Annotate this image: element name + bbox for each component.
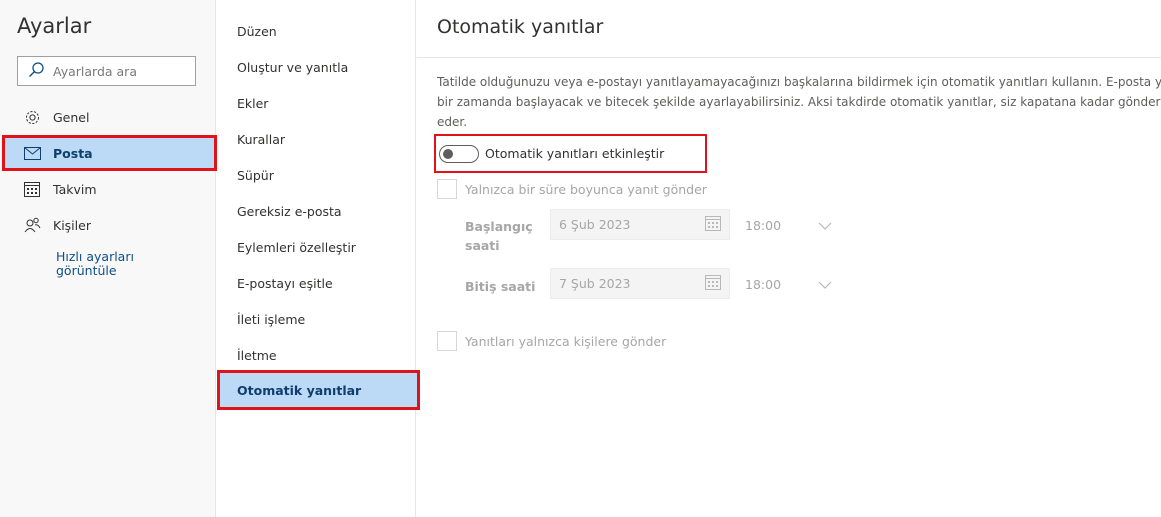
settings-nav-pane: Ayarlar Genel Posta Takvim [0,0,217,517]
contacts-only-label: Yanıtları yalnızca kişilere gönder [465,333,667,349]
nav-item-general[interactable]: Genel [4,101,215,133]
end-date-value: 7 Şub 2023 [559,276,631,291]
nav-item-label: Takvim [53,181,97,197]
mail-icon [22,143,42,163]
description-line: bir zamanda başlayacak ve bitecek şekild… [437,95,1161,109]
menu-item-automatic-replies[interactable]: Otomatik yanıtlar [217,370,420,410]
nav-item-label: Kişiler [53,217,91,233]
send-during-period-checkbox[interactable] [437,179,457,199]
panel-header: Otomatik yanıtlar [417,0,1161,58]
menu-item-customize-actions[interactable]: Eylemleri özelleştir [217,229,416,265]
toggle-label: Otomatik yanıtları etkinleştir [485,146,665,161]
start-date-picker[interactable]: 6 Şub 2023 [550,209,730,240]
menu-item-forwarding[interactable]: İletme [217,337,416,373]
menu-item-junk-email[interactable]: Gereksiz e-posta [217,193,416,229]
calendar-icon [22,179,42,199]
settings-search-box[interactable] [17,56,196,86]
start-time-label: Başlangıç saati [465,219,533,253]
settings-search-input[interactable] [53,63,183,79]
end-date-picker[interactable]: 7 Şub 2023 [550,268,730,299]
quick-settings-link[interactable]: Hızlı ayarları görüntüle [56,250,186,278]
toggle-knob [443,148,453,159]
nav-item-people[interactable]: Kişiler [4,209,215,241]
nav-item-label: Posta [53,145,93,161]
chevron-down-icon[interactable] [818,221,832,231]
description-line: eder. [437,115,468,129]
start-time-value[interactable]: 18:00 [745,218,781,233]
people-icon [22,215,42,235]
settings-window: Ayarlar Genel Posta Takvim [0,0,1161,517]
calendar-icon [705,274,721,293]
nav-item-label: Genel [53,109,90,125]
menu-item-compose-reply[interactable]: Oluştur ve yanıtla [217,49,416,85]
settings-title: Ayarlar [17,14,92,38]
enable-auto-replies-toggle-row[interactable]: Otomatik yanıtları etkinleştir [434,134,707,173]
start-date-value: 6 Şub 2023 [559,217,631,232]
end-time-label: Bitiş saati [465,279,536,294]
calendar-icon [705,215,721,234]
menu-item-sweep[interactable]: Süpür [217,157,416,193]
send-during-period-label: Yalnızca bir süre boyunca yanıt gönder [465,181,707,197]
nav-item-calendar[interactable]: Takvim [4,173,215,205]
end-time-value[interactable]: 18:00 [745,277,781,292]
menu-item-sync-email[interactable]: E-postayı eşitle [217,265,416,301]
search-icon [28,61,45,82]
menu-item-message-handling[interactable]: İleti işleme [217,301,416,337]
menu-item-layout[interactable]: Düzen [217,13,416,49]
nav-item-mail[interactable]: Posta [2,135,217,171]
description-text: Tatilde olduğunuzu veya e-postayı yanıtl… [437,72,1161,132]
page-title: Otomatik yanıtlar [437,16,604,38]
menu-item-attachments[interactable]: Ekler [217,85,416,121]
mail-settings-menu: Düzen Oluştur ve yanıtla Ekler Kurallar … [217,0,420,517]
contacts-only-checkbox[interactable] [437,331,457,351]
auto-replies-toggle[interactable] [439,144,479,163]
gear-icon [22,107,42,127]
contacts-only-row[interactable]: Yanıtları yalnızca kişilere gönder [437,331,666,351]
automatic-replies-panel: Otomatik yanıtlar Tatilde olduğunuzu vey… [417,0,1161,517]
menu-item-rules[interactable]: Kurallar [217,121,416,157]
description-line: Tatilde olduğunuzu veya e-postayı yanıtl… [437,75,1161,89]
send-during-period-row[interactable]: Yalnızca bir süre boyunca yanıt gönder [437,179,707,199]
chevron-down-icon[interactable] [818,280,832,290]
